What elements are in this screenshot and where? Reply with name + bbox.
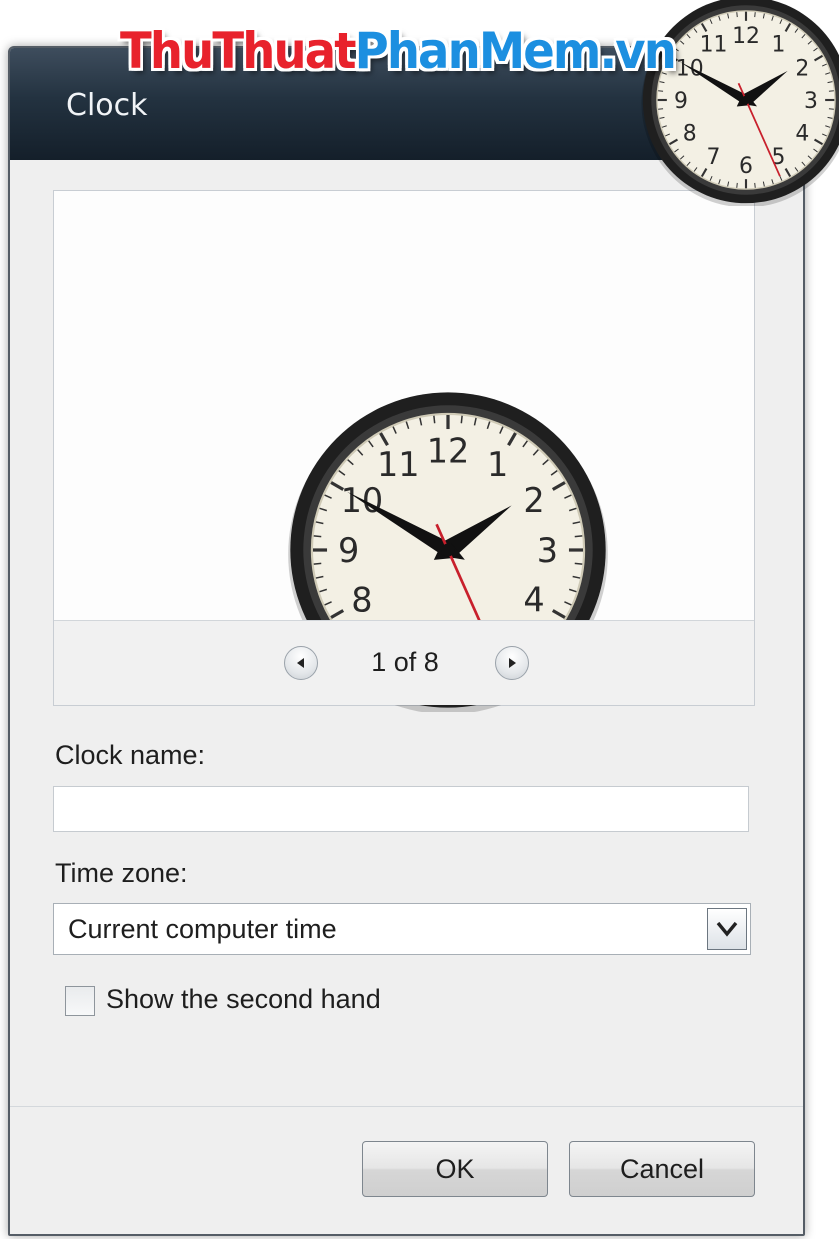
window-title: Clock bbox=[66, 88, 148, 123]
clock-numeral: 12 bbox=[427, 432, 470, 471]
footer-divider bbox=[10, 1106, 803, 1107]
time-zone-select[interactable]: Current computer time bbox=[53, 903, 751, 955]
clock-numeral: 11 bbox=[700, 32, 728, 57]
clock-numeral: 9 bbox=[338, 531, 359, 570]
clock-center-pin bbox=[441, 543, 455, 557]
ok-button[interactable]: OK bbox=[362, 1141, 548, 1197]
arrow-left-icon bbox=[297, 658, 304, 668]
arrow-right-icon bbox=[509, 658, 516, 668]
clock-numeral: 2 bbox=[523, 481, 544, 520]
watermark-text-phanmem: PhanMem bbox=[354, 22, 602, 80]
clock-numeral: 11 bbox=[377, 445, 420, 484]
clock-numeral: 5 bbox=[772, 145, 786, 170]
watermark-text-domain: .vn bbox=[599, 22, 677, 80]
clock-numeral: 10 bbox=[676, 56, 704, 81]
time-zone-value: Current computer time bbox=[68, 914, 337, 944]
cancel-button[interactable]: Cancel bbox=[569, 1141, 755, 1197]
next-clock-button[interactable] bbox=[495, 646, 529, 680]
clock-numeral: 9 bbox=[674, 89, 688, 114]
chevron-down-icon bbox=[716, 921, 738, 937]
clock-numeral: 12 bbox=[732, 24, 760, 49]
second-hand-checkbox[interactable] bbox=[65, 986, 95, 1016]
clock-center-pin bbox=[741, 95, 751, 105]
watermark-text-thuthuat: ThuThuat bbox=[120, 22, 356, 80]
page-indicator: 1 of 8 bbox=[371, 647, 439, 677]
clock-numeral: 8 bbox=[351, 581, 372, 620]
clock-preview-panel: 121234567891011 1 of 8 bbox=[53, 190, 755, 712]
clock-numeral: 3 bbox=[804, 89, 818, 114]
time-zone-label: Time zone: bbox=[55, 858, 188, 888]
preview-navigation: 1 of 8 bbox=[54, 620, 754, 705]
clock-numeral: 4 bbox=[523, 581, 544, 620]
second-hand-label[interactable]: Show the second hand bbox=[106, 984, 381, 1015]
clock-name-input[interactable] bbox=[53, 786, 749, 832]
clock-settings-dialog: Clock 121234567891011 1 of 8 Clock name:… bbox=[8, 46, 805, 1236]
clock-numeral: 1 bbox=[487, 445, 508, 484]
clock-numeral: 7 bbox=[707, 145, 721, 170]
clock-numeral: 1 bbox=[772, 32, 786, 57]
clock-numeral: 6 bbox=[739, 154, 753, 179]
watermark-logo: ThuThuatPhanMem.vn bbox=[120, 22, 677, 80]
dropdown-button[interactable] bbox=[707, 908, 747, 950]
clock-name-label: Clock name: bbox=[55, 740, 206, 770]
clock-numeral: 4 bbox=[795, 121, 809, 146]
clock-numeral: 3 bbox=[537, 531, 558, 570]
previous-clock-button[interactable] bbox=[284, 646, 318, 680]
clock-numeral: 8 bbox=[683, 121, 697, 146]
clock-numeral: 2 bbox=[795, 56, 809, 81]
